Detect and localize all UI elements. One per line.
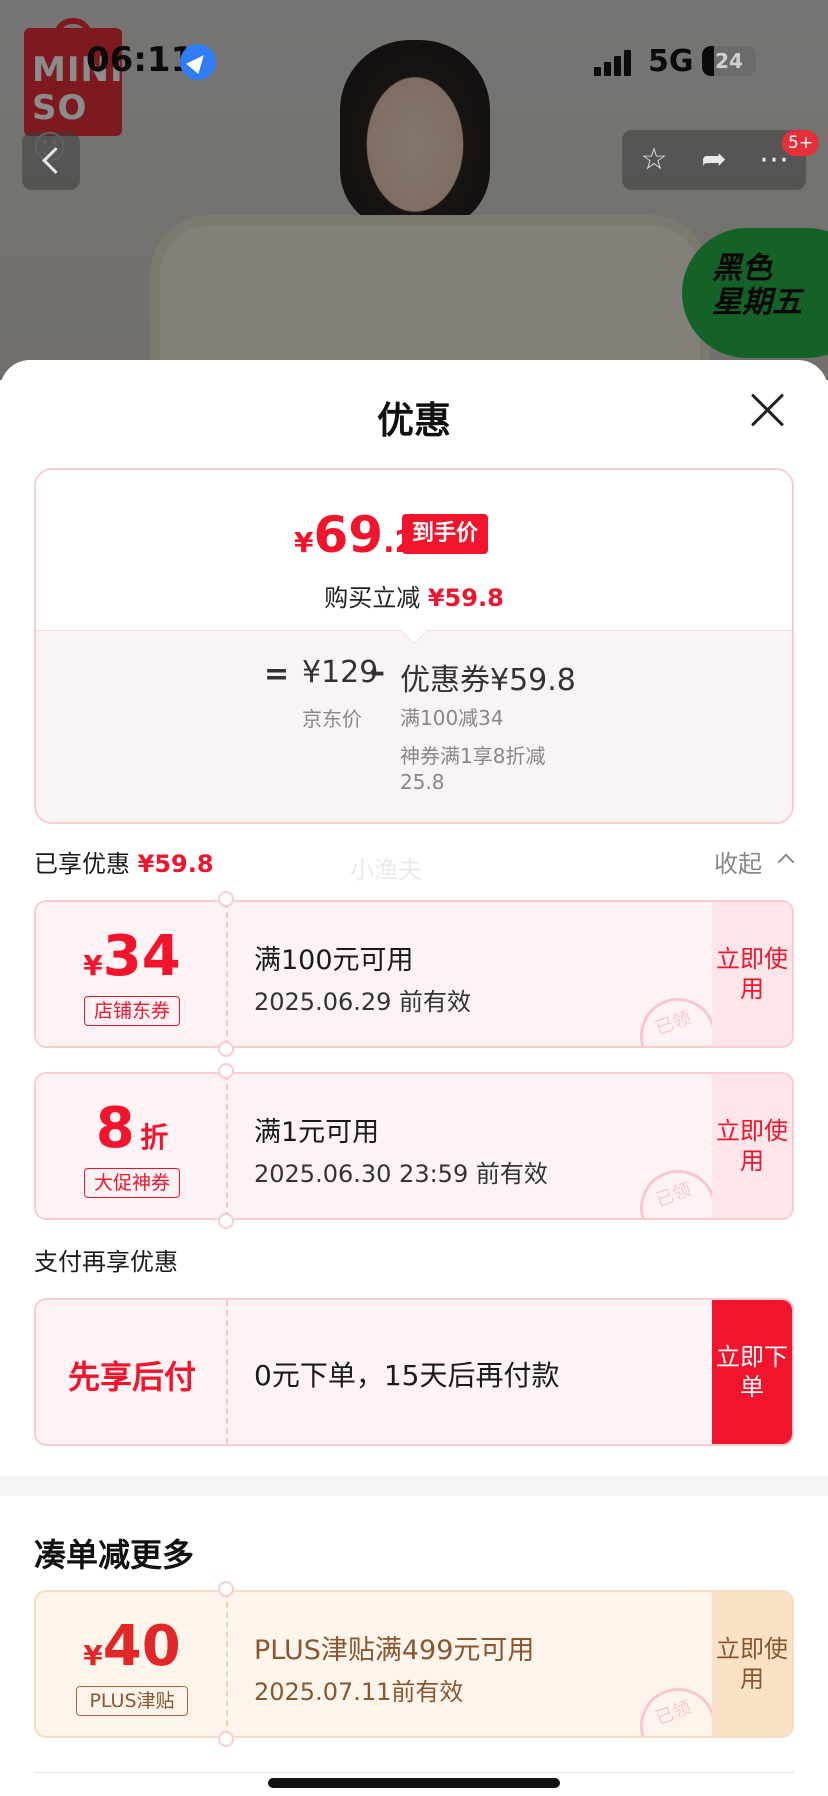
coupon-detail: 神券满1享8折减 [400, 744, 546, 768]
plus-value: ¥40 [36, 1614, 228, 1679]
reduction-amount: ¥59.8 [427, 584, 504, 612]
coupon-type-tag: 大促神券 [84, 1168, 180, 1198]
plus-subsidy-card: ¥40 PLUS津贴 PLUS津贴满499元可用 2025.07.11前有效 已… [34, 1590, 794, 1738]
ticket-notch [218, 891, 234, 907]
plus-currency: ¥ [83, 1639, 103, 1672]
plus-expiry: 2025.07.11前有效 [254, 1678, 464, 1706]
collapse-label: 收起 [714, 850, 762, 878]
ticket-notch [218, 1041, 234, 1057]
coupon-condition: 满1元可用 [254, 1117, 380, 1148]
formula-minus: – [370, 655, 385, 690]
buy-now-pay-later-card: 先享后付 0元下单，15天后再付款 立即下单 [34, 1298, 794, 1446]
discount-sheet: 优惠 ¥69.2 到手价 购买立减 ¥59.8 = ¥129 京东价 – 优惠券… [0, 360, 828, 1796]
bottom-divider [34, 1772, 794, 1773]
ticket-notch [218, 1213, 234, 1229]
final-price-currency: ¥ [294, 526, 314, 559]
final-price-area: ¥69.2 到手价 购买立减 ¥59.8 [36, 470, 792, 630]
plus-type-tag: PLUS津贴 [76, 1686, 188, 1716]
coupon-stub: 8 折 大促神券 [36, 1074, 228, 1218]
close-icon[interactable] [746, 388, 790, 432]
coupon-card-promo: 8 折 大促神券 满1元可用 2025.06.30 23:59 前有效 已领 立… [34, 1072, 794, 1220]
jd-price-label: 京东价 [302, 707, 362, 731]
top-action-group: ☆ ➦ ⋯ [622, 130, 806, 190]
product-page-background: MINI SO☺ 黑色 星期五 06:11 5G 24 ☆ ➦ ⋯ 5+ [0, 0, 828, 380]
final-price: ¥69.2 [294, 506, 415, 564]
coupon-unit: 折 [140, 1121, 169, 1154]
watermark-text: 小渔夫 [350, 856, 422, 884]
coupon-currency: ¥ [83, 949, 103, 982]
ticket-notch [218, 1063, 234, 1079]
battery-icon: 24 [702, 46, 756, 76]
coupon-detail: 25.8 [400, 770, 445, 794]
coupon-amount: 34 [102, 924, 181, 989]
bnpl-title: 先享后付 [67, 1358, 196, 1396]
collapse-button[interactable]: 收起 [714, 844, 795, 879]
coupon-stub: ¥34 店铺东券 [36, 902, 228, 1046]
sheet-title: 优惠 [377, 399, 451, 442]
chevron-up-icon [777, 853, 795, 871]
bnpl-description: 0元下单，15天后再付款 [254, 1359, 560, 1392]
pay-discount-heading: 支付再享优惠 [34, 1248, 178, 1276]
coupon-total: 优惠券¥59.8 [400, 663, 576, 698]
coupon-condition: 满100元可用 [254, 945, 414, 976]
price-formula-area: = ¥129 京东价 – 优惠券¥59.8 满100减34 神券满1享8折减 2… [36, 630, 792, 822]
plus-amount: 40 [102, 1614, 181, 1679]
plus-condition: PLUS津贴满499元可用 [254, 1635, 535, 1666]
use-now-button[interactable]: 立即使用 [712, 1074, 792, 1218]
home-indicator[interactable] [268, 1778, 560, 1788]
coupon-value: ¥34 [36, 924, 228, 989]
final-price-integer: 69 [313, 506, 384, 564]
purchase-reduction: 购买立减 ¥59.8 [36, 578, 792, 613]
back-button[interactable] [22, 132, 80, 190]
status-bar: 06:11 5G 24 [0, 0, 828, 110]
enjoyed-discount-heading: 已享优惠 ¥59.8 [34, 844, 214, 879]
jd-price: ¥129 [302, 655, 379, 690]
coupon-type-tag: 店铺东券 [84, 996, 180, 1026]
coupon-value: 8 折 [36, 1096, 228, 1161]
cellular-signal-icon [594, 50, 634, 76]
coupon-expiry: 2025.06.30 23:59 前有效 [254, 1160, 548, 1188]
battery-level: 24 [715, 49, 743, 73]
favorite-star-icon[interactable]: ☆ [636, 142, 672, 178]
ticket-notch [218, 1731, 234, 1747]
coupon-amount: 8 [95, 1096, 135, 1161]
status-time: 06:11 [86, 40, 195, 80]
share-icon[interactable]: ➦ [696, 142, 732, 178]
ticket-notch [218, 1581, 234, 1597]
price-summary-card: ¥69.2 到手价 购买立减 ¥59.8 = ¥129 京东价 – 优惠券¥59… [34, 468, 794, 824]
order-now-button[interactable]: 立即下单 [712, 1300, 792, 1444]
section-divider [0, 1476, 828, 1496]
network-type: 5G [648, 44, 694, 79]
use-now-button[interactable]: 立即使用 [712, 1592, 792, 1736]
location-arrow-icon [180, 44, 216, 80]
coupon-expiry: 2025.06.29 前有效 [254, 988, 472, 1016]
enjoyed-label: 已享优惠 [34, 850, 130, 878]
enjoyed-amount: ¥59.8 [137, 850, 214, 878]
notification-badge: 5+ [782, 130, 820, 156]
add-on-heading: 凑单减更多 [34, 1536, 195, 1574]
final-price-tag: 到手价 [402, 514, 489, 554]
price-formula: = ¥129 京东价 – 优惠券¥59.8 满100减34 神券满1享8折减 2… [36, 631, 792, 822]
coupon-detail: 满100减34 [400, 706, 504, 730]
formula-equals: = [264, 657, 290, 692]
reduction-label: 购买立减 [324, 584, 421, 612]
bnpl-stub: 先享后付 [36, 1300, 228, 1444]
plus-stub: ¥40 PLUS津贴 [36, 1592, 228, 1736]
coupon-card-store: ¥34 店铺东券 满100元可用 2025.06.29 前有效 已领 立即使用 [34, 900, 794, 1048]
use-now-button[interactable]: 立即使用 [712, 902, 792, 1046]
